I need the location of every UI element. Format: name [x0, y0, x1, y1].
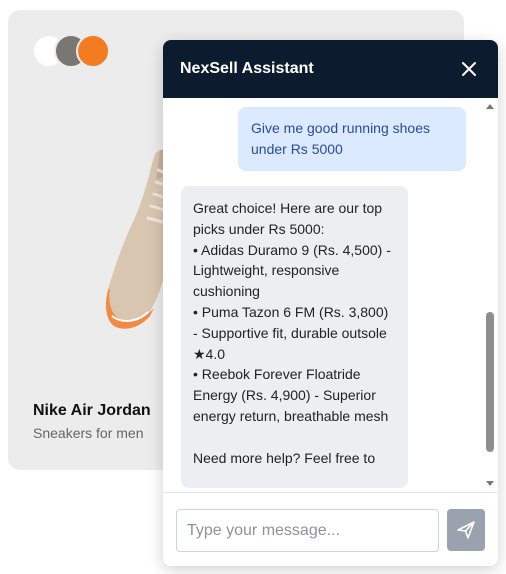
send-icon	[457, 521, 475, 539]
message-list[interactable]: Give me good running shoes under Rs 5000…	[163, 98, 498, 492]
product-subtitle: Sneakers for men	[33, 425, 144, 441]
chat-window: NexSell Assistant Give me good running s…	[163, 40, 498, 566]
chat-title: NexSell Assistant	[180, 60, 314, 77]
close-button[interactable]	[458, 58, 480, 80]
chat-composer	[163, 492, 498, 566]
user-message-text: Give me good running shoes under Rs 5000	[251, 120, 430, 157]
scrollbar[interactable]	[484, 98, 496, 492]
swatch-orange[interactable]	[76, 34, 110, 68]
scrollbar-thumb[interactable]	[486, 312, 494, 452]
message-input[interactable]	[176, 509, 439, 552]
scroll-down-arrow-icon[interactable]	[486, 481, 494, 486]
product-name[interactable]: Nike Air Jordan	[33, 402, 151, 420]
assistant-message-text: Great choice! Here are our top picks und…	[193, 200, 391, 466]
user-message: Give me good running shoes under Rs 5000	[238, 107, 466, 171]
send-button[interactable]	[447, 509, 485, 551]
chat-header: NexSell Assistant	[163, 40, 498, 98]
close-icon	[462, 62, 476, 76]
assistant-message: Great choice! Here are our top picks und…	[181, 186, 408, 489]
scroll-up-arrow-icon[interactable]	[486, 104, 494, 109]
